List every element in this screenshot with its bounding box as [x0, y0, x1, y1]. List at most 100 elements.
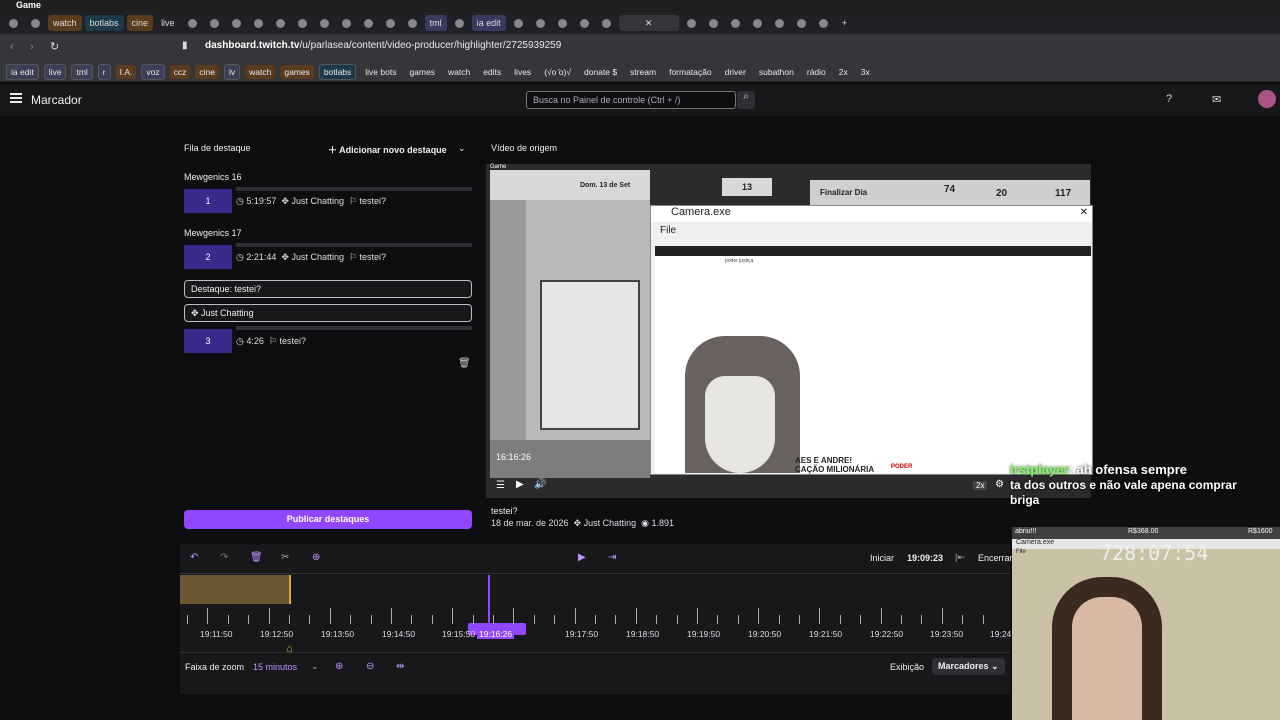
marker-icon[interactable]: ⌂ [286, 643, 293, 655]
search-input[interactable]: Busca no Painel de controle (Ctrl + /) [526, 91, 736, 109]
bookmark-item[interactable]: rádio [803, 65, 830, 79]
bookmark-item[interactable]: live bots [361, 65, 400, 79]
tab-icon[interactable] [792, 15, 811, 31]
bookmark-item[interactable]: lives [510, 65, 535, 79]
bookmark-icon[interactable]: ▮ [182, 40, 188, 51]
set-start-icon[interactable]: |⇤ [955, 552, 965, 563]
zoom-select[interactable]: 15 minutos [253, 662, 297, 672]
tab-icon[interactable] [271, 15, 290, 31]
zoom-in-icon[interactable]: ⊕ [335, 661, 343, 672]
tab-icon[interactable] [183, 15, 202, 31]
trash-icon[interactable]: 🗑 [458, 358, 471, 369]
chevron-down-icon[interactable]: ⌄ [311, 661, 319, 672]
bookmark-item[interactable]: botlabs [318, 63, 357, 80]
mail-icon[interactable]: ✉ [1212, 93, 1221, 106]
tab-icon[interactable] [553, 15, 572, 31]
tab-botlabs[interactable]: botlabs [84, 15, 124, 31]
bookmark-item[interactable]: driver [721, 65, 750, 79]
end-label[interactable]: Encerrar [978, 553, 1013, 563]
bookmark-item[interactable]: lv [223, 63, 241, 80]
highlight-range[interactable] [180, 575, 291, 604]
bookmark-item[interactable]: games [405, 65, 439, 79]
tab-icon[interactable] [509, 15, 528, 31]
avatar[interactable] [1258, 90, 1276, 108]
tab-icon[interactable] [359, 15, 378, 31]
tab-cine[interactable]: cine [126, 15, 154, 31]
tab-tml[interactable]: tml [424, 15, 447, 31]
back-icon[interactable]: ‹ [10, 41, 14, 53]
tab-icon[interactable] [726, 15, 745, 31]
publish-button[interactable]: Publicar destaques [184, 510, 472, 529]
new-tab-icon[interactable]: + [836, 15, 854, 31]
tab-active-close-icon[interactable]: ✕ [618, 15, 679, 31]
add-highlight-button[interactable]: ＋ Adicionar novo destaque [328, 143, 447, 156]
bookmark-item[interactable]: watch [444, 65, 474, 79]
reload-icon[interactable]: ↻ [50, 40, 59, 53]
bookmark-item[interactable]: tml [71, 63, 93, 80]
bookmark-item[interactable]: 2x [835, 65, 852, 79]
bookmark-item[interactable]: edits [479, 65, 505, 79]
bookmark-item[interactable]: donate $ [580, 65, 621, 79]
tab-icon[interactable] [381, 15, 400, 31]
skip-to-end-icon[interactable]: ⇥ [608, 552, 616, 563]
redo-icon[interactable]: ↷ [220, 552, 228, 563]
tab-icon[interactable] [531, 15, 550, 31]
start-time[interactable]: 19:09:23 [907, 553, 943, 563]
tab-icon[interactable] [293, 15, 312, 31]
bookmark-item[interactable]: voz [141, 63, 165, 80]
help-icon[interactable]: ? [1166, 93, 1172, 105]
scissors-icon[interactable]: ✂ [281, 552, 289, 563]
add-icon[interactable]: ⊕ [312, 552, 320, 563]
speed-button[interactable]: 2x [973, 481, 988, 490]
tab-icon[interactable] [450, 15, 469, 31]
volume-icon[interactable]: 🔊 [534, 479, 546, 490]
bookmark-item[interactable]: live [43, 63, 67, 80]
clip-number[interactable]: 1 [184, 189, 232, 213]
tab-icon[interactable] [337, 15, 356, 31]
bookmark-item[interactable]: (√o ̄o)√ [540, 65, 575, 79]
tab-watch[interactable]: watch [48, 15, 82, 31]
bookmark-item[interactable]: subathon [755, 65, 798, 79]
bookmark-item[interactable]: ia edit [6, 63, 39, 80]
url-field[interactable]: dashboard.twitch.tv/u/parlasea/content/v… [205, 40, 561, 51]
bookmark-item[interactable]: formatação [665, 65, 716, 79]
tab-icon[interactable] [315, 15, 334, 31]
tab-icon[interactable] [205, 15, 224, 31]
clip-number[interactable]: 3 [184, 329, 232, 353]
search-icon[interactable]: ⌕ [737, 91, 755, 109]
bookmark-item[interactable]: 3x [857, 65, 874, 79]
settings-icon[interactable]: ⚙ [995, 479, 1004, 490]
tab-icon[interactable] [26, 15, 45, 31]
forward-icon[interactable]: › [30, 41, 34, 53]
chapters-icon[interactable]: ☰ [496, 480, 505, 491]
tab-icon[interactable] [682, 15, 701, 31]
start-label[interactable]: Iniciar [870, 553, 894, 563]
bookmark-item[interactable]: watch [245, 64, 276, 79]
tab-icon[interactable] [770, 15, 789, 31]
tab-icon[interactable] [227, 15, 246, 31]
clip-number[interactable]: 2 [184, 245, 232, 269]
tab-live[interactable]: live [156, 15, 180, 31]
markers-dropdown[interactable]: Marcadores ⌄ [932, 658, 1005, 675]
tab-icon[interactable] [575, 15, 594, 31]
tab-icon[interactable] [704, 15, 723, 31]
tab-icon[interactable] [249, 15, 268, 31]
tab-icon[interactable] [814, 15, 833, 31]
bookmark-item[interactable]: r [97, 63, 111, 80]
play-icon[interactable]: ▶ [516, 479, 524, 490]
camera-file-menu[interactable]: File [660, 225, 676, 236]
chevron-down-icon[interactable]: ⌄ [458, 143, 466, 154]
zoom-out-icon[interactable]: ⊖ [366, 661, 374, 672]
close-icon[interactable]: ✕ [1080, 207, 1088, 218]
hamburger-menu-icon[interactable] [10, 93, 22, 103]
tab-icon[interactable] [597, 15, 616, 31]
bookmark-item[interactable]: I.A. [115, 64, 137, 79]
tab-icon[interactable] [748, 15, 767, 31]
highlight-title-input[interactable]: Destaque: testei? [184, 280, 472, 298]
category-input[interactable]: ✥ Just Chatting [184, 304, 472, 322]
fit-icon[interactable]: ⇹ [396, 661, 404, 672]
bookmark-item[interactable]: games [280, 64, 314, 79]
undo-icon[interactable]: ↶ [190, 552, 198, 563]
tab-ia-edit[interactable]: ia edit [471, 15, 506, 31]
bookmark-item[interactable]: stream [626, 65, 660, 79]
